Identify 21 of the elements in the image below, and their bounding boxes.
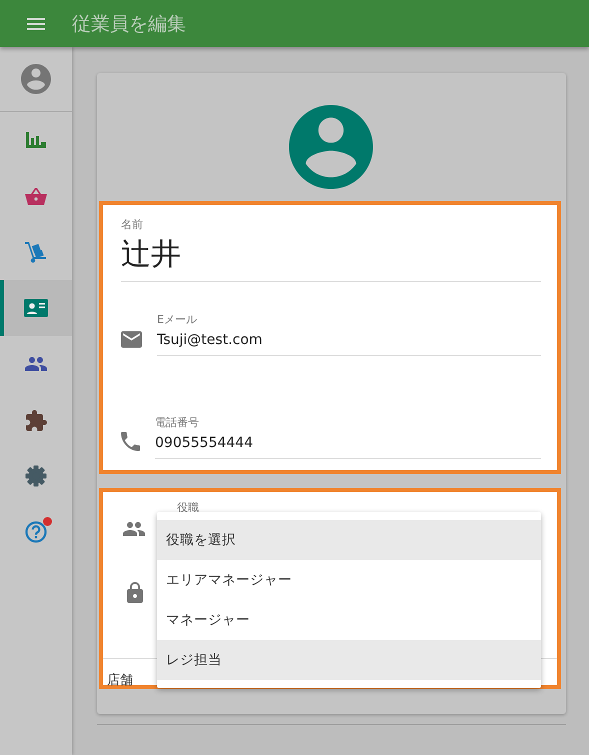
menu-item[interactable]: エリアマネージャー	[157, 560, 541, 600]
name-field[interactable]: 辻井	[121, 232, 541, 282]
phone-icon	[121, 432, 140, 451]
lock-icon	[127, 582, 143, 603]
sidebar-item[interactable]	[0, 280, 72, 336]
avatar-icon[interactable]	[21, 64, 51, 94]
menu-item[interactable]: マネージャー	[157, 600, 541, 640]
people-icon	[123, 522, 145, 536]
avatar-icon	[289, 105, 373, 189]
menu-item[interactable]: レジ担当	[157, 640, 541, 680]
field-label: 名前	[121, 217, 144, 232]
field-label: 役職	[177, 500, 199, 515]
field-label: 店舗	[107, 672, 133, 689]
menu-icon[interactable]	[27, 18, 45, 30]
phone-field[interactable]: 09055554444	[155, 430, 541, 459]
page-title: 従業員を編集	[72, 12, 186, 36]
email-field[interactable]: Tsuji@test.com	[157, 327, 541, 356]
field-label: Eメール	[157, 312, 198, 327]
field-label: 電話番号	[155, 415, 200, 430]
menu-item[interactable]: 役職を選択	[157, 520, 541, 560]
mail-icon	[121, 331, 142, 348]
